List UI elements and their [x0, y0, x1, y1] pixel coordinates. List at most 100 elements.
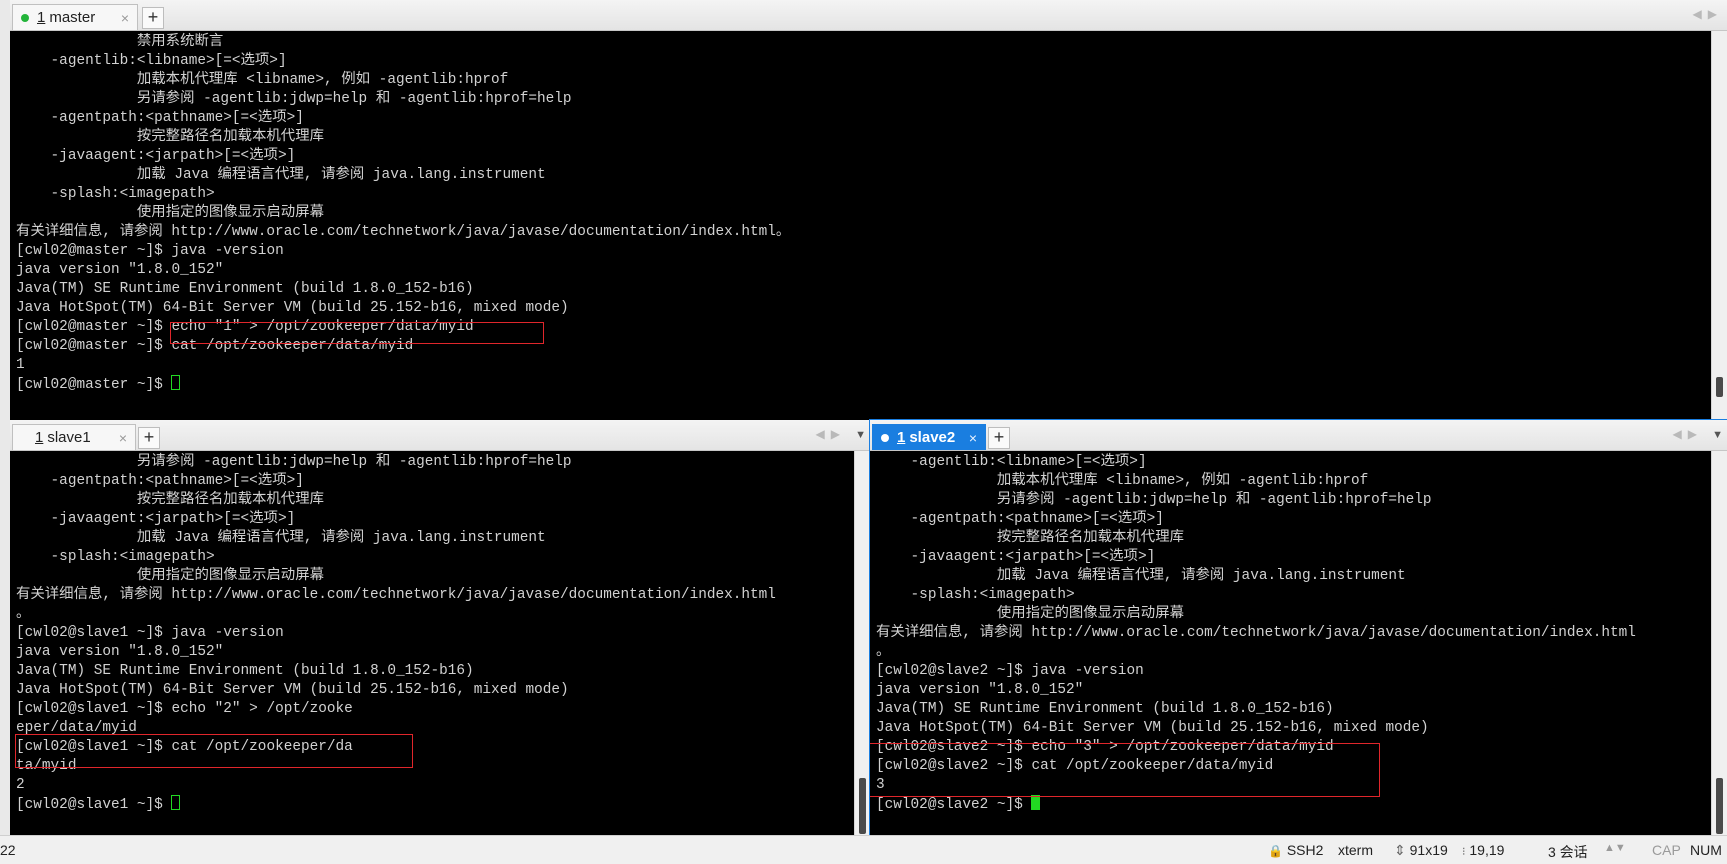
lock-icon: 🔒	[1268, 844, 1283, 858]
session-count: 3 会话	[1548, 844, 1588, 860]
cursor-position-icon: ⁝	[1462, 846, 1466, 858]
terminal-line: java version "1.8.0_152"	[876, 682, 1084, 698]
terminal-line: 按完整路径名加载本机代理库	[876, 530, 1184, 546]
terminal-line: 使用指定的图像显示启动屏幕	[876, 606, 1184, 622]
scroll-thumb[interactable]	[1716, 377, 1723, 397]
terminal-line: java version "1.8.0_152"	[16, 262, 224, 278]
terminal-line: 有关详细信息, 请参阅 http://www.oracle.com/techne…	[16, 224, 791, 240]
terminal-line: 有关详细信息, 请参阅 http://www.oracle.com/techne…	[876, 625, 1636, 641]
add-tab-button[interactable]: +	[142, 7, 164, 29]
scroll-thumb[interactable]	[859, 778, 866, 834]
master-terminal[interactable]: 禁用系统断言 -agentlib:<libname>[=<选项>] 加载本机代理…	[10, 31, 1711, 420]
connected-status-icon	[881, 433, 889, 442]
highlight-box	[170, 322, 544, 344]
tab-nav-arrows-icon[interactable]: ◀▶	[1673, 427, 1703, 441]
prompt-line[interactable]: [cwl02@slave1 ~]$	[16, 795, 776, 814]
prompt-text: [cwl02@slave1 ~]$	[16, 797, 172, 813]
terminal-line: [cwl02@master ~]$ java -version	[16, 243, 284, 259]
slave1-pane: 1 slave1 × + ◀▶ ▼ 另请参阅 -agentlib:jdwp=he…	[10, 420, 870, 835]
prompt-line[interactable]: [cwl02@master ~]$	[16, 375, 790, 394]
terminal-line: 使用指定的图像显示启动屏幕	[16, 568, 324, 584]
tab-number: 1	[35, 429, 44, 446]
terminal-line: 另请参阅 -agentlib:jdwp=help 和 -agentlib:hpr…	[876, 492, 1432, 508]
close-tab-icon[interactable]: ×	[969, 430, 977, 446]
tab-menu-icon[interactable]: ▼	[855, 429, 866, 441]
master-pane: 1 master × + ◀▶ 禁用系统断言 -agentlib:<libnam…	[10, 0, 1727, 420]
terminal-line: 禁用系统断言	[16, 34, 224, 50]
master-scrollbar[interactable]	[1711, 31, 1727, 420]
tab-slave1[interactable]: 1 slave1 ×	[12, 424, 136, 450]
num-lock-indicator: NUM	[1690, 842, 1722, 858]
terminal-line: 按完整路径名加载本机代理库	[16, 129, 324, 145]
terminal-line: -splash:<imagepath>	[16, 549, 215, 565]
terminal-line: 加载本机代理库 <libname>, 例如 -agentlib:hprof	[876, 473, 1369, 489]
terminal-line: 使用指定的图像显示启动屏幕	[16, 205, 324, 221]
add-tab-button[interactable]: +	[138, 427, 160, 449]
terminal-line: 加载 Java 编程语言代理, 请参阅 java.lang.instrument	[16, 167, 546, 183]
scroll-thumb[interactable]	[1716, 778, 1723, 834]
terminal-line: -javaagent:<jarpath>[=<选项>]	[876, 549, 1156, 565]
terminal-line: 1	[16, 357, 25, 373]
terminal-line: [cwl02@slave1 ~]$ java -version	[16, 625, 284, 641]
terminal-line: -agentlib:<libname>[=<选项>]	[16, 53, 287, 69]
session-nav-arrows-icon[interactable]: ▲▼	[1604, 842, 1626, 854]
caps-lock-indicator: CAP	[1652, 842, 1681, 858]
terminal-line: Java HotSpot(TM) 64-Bit Server VM (build…	[876, 720, 1429, 736]
terminal-size: ⇕ 91x19	[1394, 842, 1448, 859]
protocol-label: SSH2	[1286, 842, 1324, 858]
tab-master[interactable]: 1 master ×	[12, 4, 138, 30]
close-tab-icon[interactable]: ×	[119, 430, 127, 446]
cursor-position-label: 19,19	[1469, 842, 1505, 858]
master-tabbar: 1 master × + ◀▶	[10, 0, 1727, 31]
terminal-line: -javaagent:<jarpath>[=<选项>]	[16, 148, 296, 164]
slave2-terminal[interactable]: -agentlib:<libname>[=<选项>] 加载本机代理库 <libn…	[870, 451, 1711, 835]
terminal-line: 加载本机代理库 <libname>, 例如 -agentlib:hprof	[16, 72, 509, 88]
slave1-scrollbar[interactable]	[854, 451, 870, 835]
terminal-line: Java(TM) SE Runtime Environment (build 1…	[16, 663, 474, 679]
size-icon: ⇕	[1394, 842, 1406, 858]
tab-menu-icon[interactable]: ▼	[1712, 429, 1723, 441]
terminal-line: java version "1.8.0_152"	[16, 644, 224, 660]
terminal-line: -splash:<imagepath>	[16, 186, 215, 202]
tab-label: slave1	[47, 429, 91, 446]
tab-nav-arrows-icon[interactable]: ◀▶	[1693, 7, 1723, 21]
terminal-line: -agentlib:<libname>[=<选项>]	[876, 454, 1147, 470]
terminal-line: 有关详细信息, 请参阅 http://www.oracle.com/techne…	[16, 587, 776, 603]
terminal-line: Java HotSpot(TM) 64-Bit Server VM (build…	[16, 300, 569, 316]
tab-slave2[interactable]: 1 slave2 ×	[872, 424, 986, 450]
status-bar: 22 🔒 SSH2 xterm ⇕ 91x19 ⁝ 19,19 3 会话 ▲▼ …	[0, 835, 1727, 864]
terminal-line: -splash:<imagepath>	[876, 587, 1075, 603]
size-label: 91x19	[1409, 842, 1448, 858]
terminal-line: -agentpath:<pathname>[=<选项>]	[876, 511, 1164, 527]
connected-status-icon	[21, 13, 29, 22]
tab-number: 1	[37, 9, 46, 26]
prompt-line[interactable]: [cwl02@slave2 ~]$	[876, 795, 1636, 814]
cursor	[171, 795, 181, 810]
slave1-terminal[interactable]: 另请参阅 -agentlib:jdwp=help 和 -agentlib:hpr…	[10, 451, 854, 835]
terminal-line: Java(TM) SE Runtime Environment (build 1…	[16, 281, 474, 297]
prompt-text: [cwl02@slave2 ~]$	[876, 797, 1032, 813]
status-left: 22	[0, 842, 16, 858]
cursor	[171, 375, 181, 390]
tab-nav-arrows-icon[interactable]: ◀▶	[816, 427, 846, 441]
close-tab-icon[interactable]: ×	[121, 10, 129, 26]
tab-label: slave2	[909, 429, 956, 446]
cursor	[1031, 795, 1041, 810]
add-tab-button[interactable]: +	[988, 427, 1010, 449]
terminal-line: 。	[876, 644, 891, 660]
terminal-line: -javaagent:<jarpath>[=<选项>]	[16, 511, 296, 527]
slave2-scrollbar[interactable]	[1711, 451, 1727, 835]
terminal-line: 另请参阅 -agentlib:jdwp=help 和 -agentlib:hpr…	[16, 454, 572, 470]
tab-number: 1	[897, 429, 906, 446]
cursor-position: ⁝ 19,19	[1462, 842, 1504, 858]
terminal-line: 按完整路径名加载本机代理库	[16, 492, 324, 508]
terminal-line: Java HotSpot(TM) 64-Bit Server VM (build…	[16, 682, 569, 698]
terminal-line: [cwl02@slave1 ~]$ echo "2" > /opt/zooke	[16, 701, 353, 717]
prompt-text: [cwl02@master ~]$	[16, 377, 172, 393]
terminal-line: 加载 Java 编程语言代理, 请参阅 java.lang.instrument	[16, 530, 546, 546]
terminal-line: 2	[16, 777, 25, 793]
terminal-line: 。	[16, 606, 31, 622]
highlight-box	[15, 734, 413, 768]
terminal-line: [cwl02@slave2 ~]$ java -version	[876, 663, 1144, 679]
protocol-status: 🔒 SSH2	[1268, 842, 1323, 858]
